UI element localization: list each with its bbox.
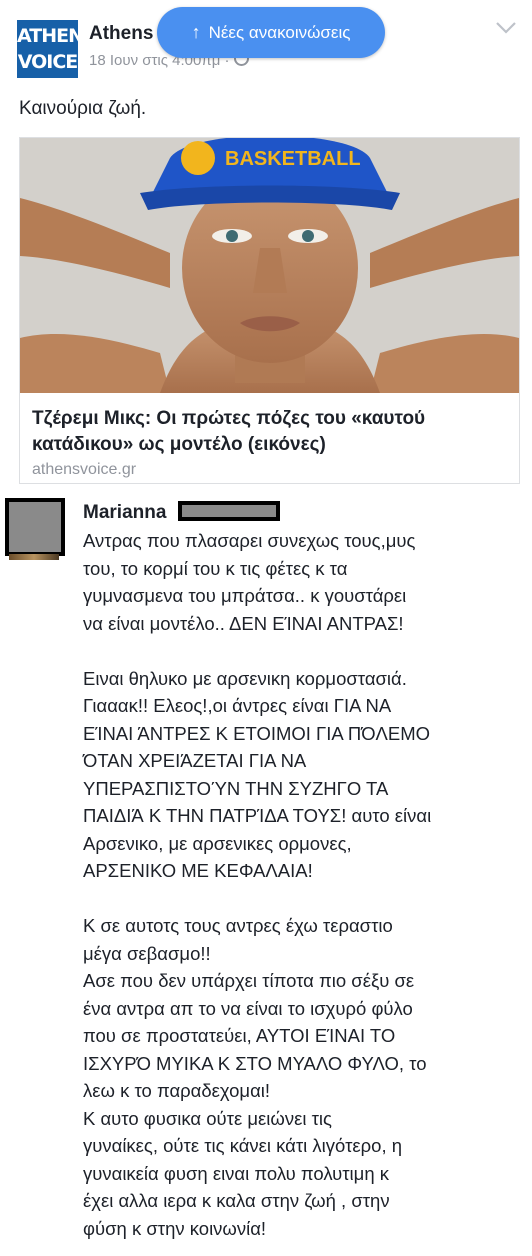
comment-line: ΕΊΝΑΙ ΆΝΤΡΕΣ Κ ΕΤΟΙΜΟΙ ΓΙΑ ΠΌΛΕΜΟ	[83, 722, 431, 744]
comment-line: Αντρας που πλασαρει συνεχως τους,μυς	[83, 530, 416, 551]
comment-line: του, το κορμί του κ τις φέτες κ τα	[83, 557, 348, 579]
comment-line: Γιααακ!! Ελεος!,οι άντρες είναι ΓΙΑ ΝΑ	[83, 695, 392, 716]
comment-line: να είναι μοντέλο.. ΔΕΝ ΕΊΝΑΙ ΑΝΤΡΑΣ!	[83, 612, 404, 634]
logo-line-2: VOICE	[17, 51, 79, 73]
comment-line: Κ αυτο φυσικα ούτε μειώνει τις	[83, 1107, 332, 1129]
comment-blank-line	[83, 637, 528, 665]
comment-line: Ειναι θηλυκο με αρσενικη κορμοστασιά.	[83, 667, 407, 689]
comment-line: γυμνασμενα του μπράτσα.. κ γουστάρει	[83, 585, 407, 606]
post-text: Καινούρια ζωή.	[19, 98, 147, 119]
comment-line: ΥΠΕΡΑΣΠΙΣΤΟΎΝ ΤΗΝ ΣΥΖΗΓΟ ΤΑ	[83, 777, 389, 799]
avatar[interactable]	[5, 498, 65, 556]
avatar-edge	[9, 554, 59, 560]
comment-line: λεω κ το παραδεχομαι!	[83, 1080, 271, 1101]
page-logo[interactable]: ATHENS VOICE	[17, 20, 97, 78]
link-image[interactable]: BASKETBALL	[20, 138, 519, 393]
comment-author[interactable]: Marianna	[83, 502, 166, 524]
new-posts-pill[interactable]: ↑ Νέες ανακοινώσεις	[157, 7, 385, 58]
comment-line: ΠΑΙΔΙΆ Κ ΤΗΝ ΠΑΤΡΊΔΑ ΤΟΥΣ! αυτο είναι	[83, 805, 432, 826]
new-posts-label: Νέες ανακοινώσεις	[208, 22, 351, 42]
link-title-line-2: κατάδικου» ως μοντέλο (εικόνες)	[32, 434, 326, 455]
name-redaction	[178, 501, 280, 521]
comment-line: που σε προστατεύει, ΑΥΤΟΙ ΕΊΝΑΙ ΤΟ	[83, 1025, 396, 1046]
post-card: ATHENS VOICE Athens 18 Ιουν στις 4:00πμ …	[0, 0, 532, 492]
comment-line: μέγα σεβασμο!!	[83, 942, 211, 964]
arrow-up-icon: ↑	[191, 22, 201, 42]
comment-body: Αντρας που πλασαρει συνεχως τους,μυς του,…	[83, 527, 528, 1242]
comment-blank-line	[83, 885, 528, 913]
comment-line: ένα αντρα απ το να είναι το ισχυρό φύλο	[83, 997, 413, 1019]
page-name[interactable]: Athens	[89, 23, 153, 45]
comment-line: έχει αλλα ιερα κ καλα στην ζωή , στην	[83, 1190, 390, 1211]
logo-line-1: ATHENS	[17, 25, 97, 47]
link-preview[interactable]: BASKETBALL Τζέρεμι Μικς: Οι πρώτες πόζες…	[19, 137, 520, 484]
chevron-down-icon[interactable]	[494, 18, 518, 36]
cap-text: BASKETBALL	[225, 148, 361, 170]
comment-line: ΙΣΧΥΡΌ ΜΥΙΚΑ Κ ΣΤΟ ΜΥΑΛΟ ΦΥΛΟ, το	[83, 1052, 427, 1074]
link-title-line-1: Τζέρεμι Μικς: Οι πρώτες πόζες του «καυτο…	[32, 408, 426, 429]
comment-line: γυναικεία φυση ειναι πολυ πολυτιμη κ	[83, 1162, 389, 1184]
comment: Marianna Αντρας που πλασαρει συνεχως του…	[0, 492, 532, 1256]
comment-line: Ασε που δεν υπάρχει τίποτα πιο σέξυ σε	[83, 970, 415, 991]
comment-line: Κ σε αυτοτς τους αντρες έχω τεραστιο	[83, 915, 393, 936]
model-photo: BASKETBALL	[20, 138, 519, 393]
comment-line: ΌΤΑΝ ΧΡΕΙΆΖΕΤΑΙ ΓΙΑ ΝΑ	[83, 750, 307, 771]
link-domain: athensvoice.gr	[32, 461, 137, 478]
link-title[interactable]: Τζέρεμι Μικς: Οι πρώτες πόζες του «καυτο…	[32, 406, 508, 458]
comment-line: γυναίκες, ούτε τις κάνει κάτι λιγότερο, …	[83, 1135, 403, 1156]
comment-line: ΑΡΣΕΝΙΚΟ ΜΕ ΚΕΦΑΛΑΙΑ!	[83, 860, 313, 881]
comment-line: Αρσενικο, με αρσενικες ορμονες,	[83, 832, 352, 854]
comment-line: φύση κ στην κοινωνία!	[83, 1217, 267, 1239]
